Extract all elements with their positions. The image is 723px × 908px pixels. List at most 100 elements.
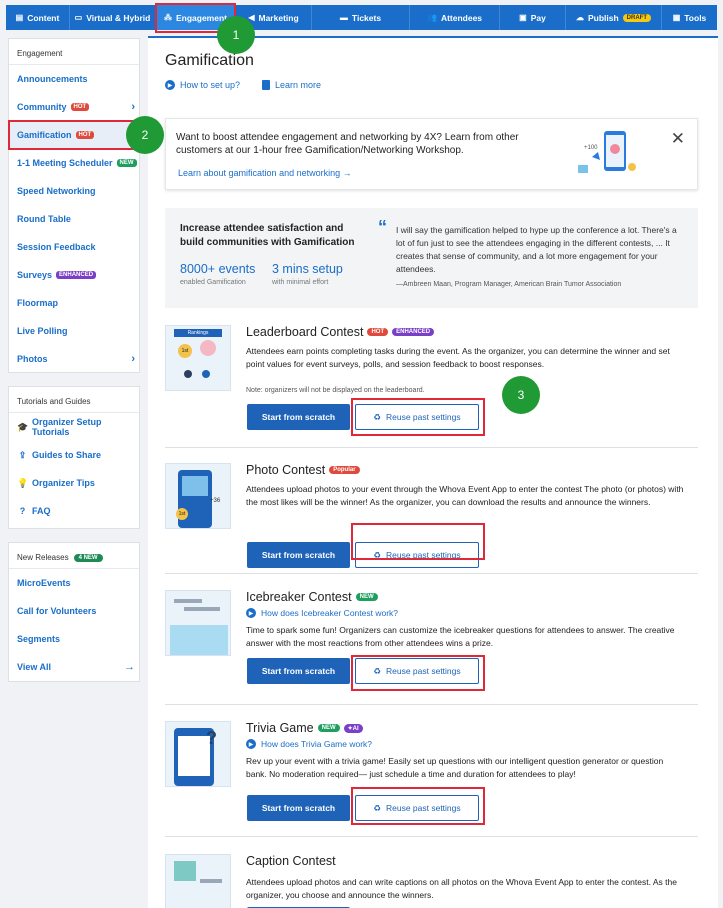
- nav-content[interactable]: ▤ Content: [6, 5, 70, 30]
- nav-attendees[interactable]: 👥 Attendees: [410, 5, 500, 30]
- sidebar-item-surveys[interactable]: Surveys ENHANCED: [9, 261, 139, 289]
- caption-contest-card: Caption Contest Attendees upload photos …: [165, 854, 698, 908]
- sidebar-releases-header: New Releases 4 NEW: [9, 543, 139, 569]
- sidebar-item-live-polling[interactable]: Live Polling: [9, 317, 139, 345]
- avatar-icon: [202, 370, 210, 378]
- monitor-icon: ▭: [74, 13, 83, 22]
- sidebar-item-photos[interactable]: Photos ›: [9, 345, 139, 373]
- main-panel: Gamification ▶ How to set up? Learn more …: [148, 36, 718, 908]
- divider: [165, 704, 698, 705]
- sidebar-item-volunteers[interactable]: Call for Volunteers: [9, 597, 139, 625]
- start-from-scratch-button[interactable]: Start from scratch: [247, 542, 350, 568]
- play-icon: ▶: [246, 739, 256, 749]
- new-count-badge: 4 NEW: [73, 553, 103, 562]
- quote-icon: “: [378, 217, 387, 237]
- divider: [165, 447, 698, 448]
- how-icebreaker-works-link[interactable]: ▶ How does Icebreaker Contest work?: [246, 608, 398, 618]
- nav-virtual-hybrid[interactable]: ▭ Virtual & Hybrid: [70, 5, 156, 30]
- ice-block-icon: [170, 625, 228, 655]
- caption-thumbnail: [165, 854, 231, 908]
- wallet-icon: ▣: [519, 13, 527, 22]
- ticket-icon: ▬: [339, 13, 348, 22]
- divider: [165, 836, 698, 837]
- icebreaker-thumbnail: [165, 590, 231, 656]
- sidebar-item-tips[interactable]: 💡 Organizer Tips: [9, 469, 139, 497]
- cloud-upload-icon: ☁: [575, 13, 584, 22]
- sidebar-releases-box: New Releases 4 NEW MicroEvents Call for V…: [8, 542, 140, 682]
- start-from-scratch-button[interactable]: Start from scratch: [247, 404, 350, 430]
- sidebar-item-faq[interactable]: ? FAQ: [9, 497, 139, 525]
- new-badge: NEW: [317, 724, 340, 732]
- sidebar-item-segments[interactable]: Segments: [9, 625, 139, 653]
- graduation-cap-icon: 🎓: [17, 421, 29, 432]
- sidebar-item-meeting-scheduler[interactable]: 1-1 Meeting Scheduler NEW: [9, 149, 139, 177]
- sidebar: Engagement Announcements Community HOT › G…: [0, 36, 148, 908]
- sidebar-item-round-table[interactable]: Round Table: [9, 205, 139, 233]
- hot-badge: HOT: [70, 103, 90, 111]
- arrow-right-icon: →: [342, 168, 352, 178]
- avatar-icon: [184, 370, 192, 378]
- new-badge: NEW: [355, 593, 378, 601]
- step-marker-1: 1: [217, 16, 255, 54]
- phone-illustration-icon: +100: [578, 131, 636, 173]
- card-title: Leaderboard Contest HOT ENHANCED: [246, 325, 435, 339]
- step-marker-2: 2: [126, 116, 164, 154]
- start-from-scratch-button[interactable]: Start from scratch: [247, 795, 350, 821]
- card-title: Photo Contest Popular: [246, 463, 360, 477]
- content-icon: ▤: [15, 13, 24, 22]
- how-to-link[interactable]: ▶ How to set up?: [165, 80, 240, 90]
- nav-tools[interactable]: ▦ Tools: [662, 5, 717, 30]
- stats-panel: Increase attendee satisfaction and build…: [165, 208, 698, 308]
- draft-badge: DRAFT: [622, 13, 652, 22]
- play-icon: ▶: [246, 608, 256, 618]
- arrow-right-icon: →: [124, 661, 135, 673]
- how-trivia-works-link[interactable]: ▶ How does Trivia Game work?: [246, 739, 372, 749]
- hot-badge: HOT: [367, 328, 389, 336]
- question-icon: ?: [19, 506, 26, 516]
- start-from-scratch-button[interactable]: Start from scratch: [247, 658, 350, 684]
- page-title: Gamification: [165, 52, 254, 69]
- first-place-icon: 1st: [176, 508, 188, 520]
- close-icon[interactable]: ✕: [671, 129, 685, 149]
- popular-badge: Popular: [329, 466, 360, 474]
- card-description: Attendees upload photos to your event th…: [246, 484, 684, 507]
- photo-contest-thumbnail: +36 1st: [165, 463, 231, 529]
- promo-text: Want to boost attendee engagement and ne…: [176, 132, 519, 156]
- rankings-label: Rankings: [174, 329, 222, 337]
- highlight-reuse-1: [351, 398, 485, 436]
- sidebar-item-guides[interactable]: ⇪ Guides to Share: [9, 441, 139, 469]
- highlight-reuse-3: [351, 655, 485, 691]
- photo-icon: [174, 861, 196, 881]
- sidebar-item-setup-tutorials[interactable]: 🎓 Organizer Setup Tutorials: [9, 413, 139, 441]
- sidebar-item-community[interactable]: Community HOT ›: [9, 93, 139, 121]
- highlight-gamification: [8, 120, 139, 150]
- promo-link[interactable]: Learn about gamification and networking …: [178, 168, 352, 178]
- sidebar-item-announcements[interactable]: Announcements: [9, 65, 139, 93]
- ai-badge: ✦AI: [343, 723, 363, 733]
- leaderboard-thumbnail: Rankings 1st: [165, 325, 231, 391]
- first-place-icon: 1st: [178, 344, 192, 358]
- divider: [165, 573, 698, 574]
- nav-pay[interactable]: ▣ Pay: [500, 5, 566, 30]
- sidebar-item-view-all[interactable]: View All →: [9, 653, 139, 681]
- sidebar-item-speed-networking[interactable]: Speed Networking: [9, 177, 139, 205]
- question-mark-icon: ?: [206, 728, 217, 748]
- nav-publish[interactable]: ☁ Publish DRAFT: [566, 5, 662, 30]
- people-icon: 👥: [426, 13, 437, 22]
- highlight-reuse-4: [351, 787, 485, 825]
- sidebar-item-microevents[interactable]: MicroEvents: [9, 569, 139, 597]
- stat-events: 8000+ events: [180, 262, 256, 276]
- sidebar-item-session-feedback[interactable]: Session Feedback: [9, 233, 139, 261]
- promo-image-badge: +100: [584, 145, 598, 151]
- chevron-right-icon: ›: [131, 101, 135, 113]
- like-count: +36: [210, 498, 221, 504]
- avatar-icon: [200, 340, 216, 356]
- toolbox-icon: ▦: [672, 13, 681, 22]
- card-description: Attendees upload photos and can write ca…: [246, 877, 677, 900]
- sidebar-engagement-header: Engagement: [9, 39, 139, 65]
- sidebar-item-floormap[interactable]: Floormap: [9, 289, 139, 317]
- nav-tickets[interactable]: ▬ Tickets: [312, 5, 410, 30]
- card-description: Attendees earn points completing tasks d…: [246, 346, 670, 369]
- play-icon: ▶: [165, 80, 175, 90]
- learn-more-link[interactable]: Learn more: [262, 80, 321, 90]
